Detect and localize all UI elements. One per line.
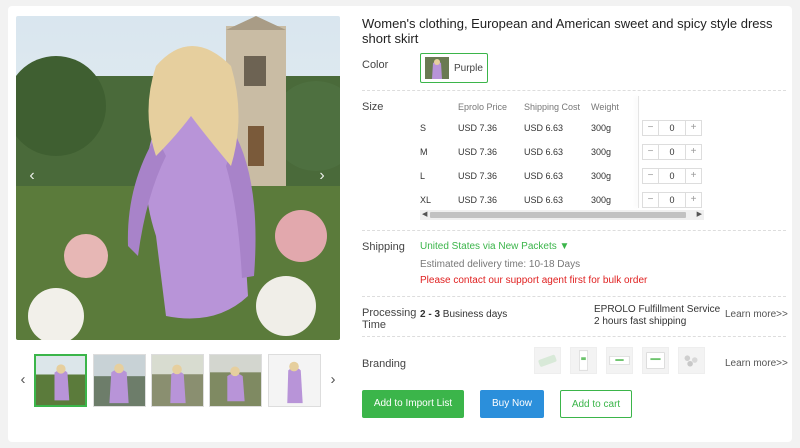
color-option-label: Purple	[454, 62, 483, 74]
branding-image-3[interactable]	[606, 347, 633, 374]
qty-plus-button[interactable]: +	[686, 145, 701, 159]
qty-plus-button[interactable]: +	[686, 169, 701, 183]
weight-cell: 300g	[591, 195, 612, 205]
processing-label-line2: Time	[362, 319, 387, 331]
main-image-prev-arrow[interactable]: ‹	[24, 166, 40, 186]
fulfillment-service-speed: 2 hours fast shipping	[594, 316, 687, 327]
price-cell: USD 7.36	[458, 123, 498, 133]
shipping-label: Shipping	[362, 241, 405, 253]
processing-days-unit: Business days	[440, 309, 508, 320]
scroll-left-icon[interactable]: ◀	[422, 210, 427, 220]
quantity-stepper-s: − 0 +	[642, 120, 702, 136]
thumbnail-1[interactable]	[34, 354, 87, 407]
price-cell: USD 7.36	[458, 195, 498, 205]
thumbnail-2[interactable]	[93, 354, 146, 407]
color-swatch-image	[425, 57, 449, 79]
branding-image-4[interactable]	[642, 347, 669, 374]
thumbnail-prev-arrow[interactable]: ‹	[16, 370, 30, 390]
weight-cell: 300g	[591, 123, 612, 133]
thumbnail-5[interactable]	[268, 354, 321, 407]
processing-days: 2 - 3 Business days	[420, 309, 507, 320]
size-table: Eprolo Price Shipping Cost Weight S USD …	[416, 96, 708, 224]
header-eprolo-price: Eprolo Price	[458, 102, 508, 112]
main-image-next-arrow[interactable]: ›	[314, 166, 330, 186]
divider	[362, 90, 786, 91]
branding-learn-more-link[interactable]: Learn more>>	[725, 358, 788, 369]
size-cell: L	[420, 171, 426, 181]
processing-label-line1: Processing	[362, 307, 417, 319]
qty-minus-button[interactable]: −	[643, 193, 658, 207]
qty-minus-button[interactable]: −	[643, 145, 658, 159]
branding-image-2[interactable]	[570, 347, 597, 374]
size-label: Size	[362, 101, 384, 113]
thumbnail-4[interactable]	[209, 354, 262, 407]
header-weight: Weight	[591, 102, 619, 112]
thumbnail-3[interactable]	[151, 354, 204, 407]
qty-plus-button[interactable]: +	[686, 193, 701, 207]
divider	[362, 336, 786, 337]
shipping-cell: USD 6.63	[524, 123, 564, 133]
add-to-cart-button[interactable]: Add to cart	[560, 390, 632, 418]
product-title: Women's clothing, European and American …	[362, 16, 773, 46]
processing-time-label: Processing Time	[362, 307, 416, 331]
processing-days-range: 2 - 3	[420, 309, 441, 320]
scroll-right-icon[interactable]: ▶	[697, 210, 702, 220]
fulfillment-service-name: EPROLO Fulfillment Service	[594, 304, 721, 315]
qty-input[interactable]: 0	[658, 193, 686, 207]
price-cell: USD 7.36	[458, 147, 498, 157]
divider	[362, 296, 786, 297]
color-option-purple[interactable]: Purple	[420, 53, 488, 83]
qty-minus-button[interactable]: −	[643, 121, 658, 135]
divider	[362, 230, 786, 231]
shipping-method-dropdown[interactable]: United States via New Packets ▼	[420, 241, 569, 252]
delivery-estimate: Estimated delivery time: 10-18 Days	[420, 259, 581, 270]
quantity-stepper-xl: − 0 +	[642, 192, 702, 208]
buy-now-button[interactable]: Buy Now	[480, 390, 544, 418]
shipping-cell: USD 6.63	[524, 171, 564, 181]
branding-image-5[interactable]	[678, 347, 705, 374]
quantity-stepper-l: − 0 +	[642, 168, 702, 184]
shipping-cell: USD 6.63	[524, 147, 564, 157]
weight-cell: 300g	[591, 147, 612, 157]
size-cell: M	[420, 147, 428, 157]
sticky-column-edge	[638, 96, 639, 208]
qty-input[interactable]: 0	[658, 145, 686, 159]
fulfillment-service: EPROLO Fulfillment Service 2 hours fast …	[594, 304, 720, 328]
size-cell: S	[420, 123, 427, 133]
header-shipping-cost: Shipping Cost	[524, 102, 581, 112]
processing-learn-more-link[interactable]: Learn more>>	[725, 309, 788, 320]
weight-cell: 300g	[591, 171, 612, 181]
branding-label: Branding	[362, 358, 407, 370]
thumbnail-next-arrow[interactable]: ›	[326, 370, 340, 390]
qty-input[interactable]: 0	[658, 169, 686, 183]
size-cell: XL	[420, 195, 432, 205]
horizontal-scrollbar[interactable]: ◀ ▶	[420, 210, 704, 220]
price-cell: USD 7.36	[458, 171, 498, 181]
bulk-order-warning: Please contact our support agent first f…	[420, 275, 648, 286]
shipping-cell: USD 6.63	[524, 195, 564, 205]
quantity-stepper-m: − 0 +	[642, 144, 702, 160]
main-product-image[interactable]	[16, 16, 340, 340]
qty-minus-button[interactable]: −	[643, 169, 658, 183]
qty-input[interactable]: 0	[658, 121, 686, 135]
scrollbar-thumb[interactable]	[430, 212, 686, 218]
qty-plus-button[interactable]: +	[686, 121, 701, 135]
add-to-import-list-button[interactable]: Add to Import List	[362, 390, 464, 418]
branding-image-1[interactable]	[534, 347, 561, 374]
color-label: Color	[362, 59, 389, 71]
